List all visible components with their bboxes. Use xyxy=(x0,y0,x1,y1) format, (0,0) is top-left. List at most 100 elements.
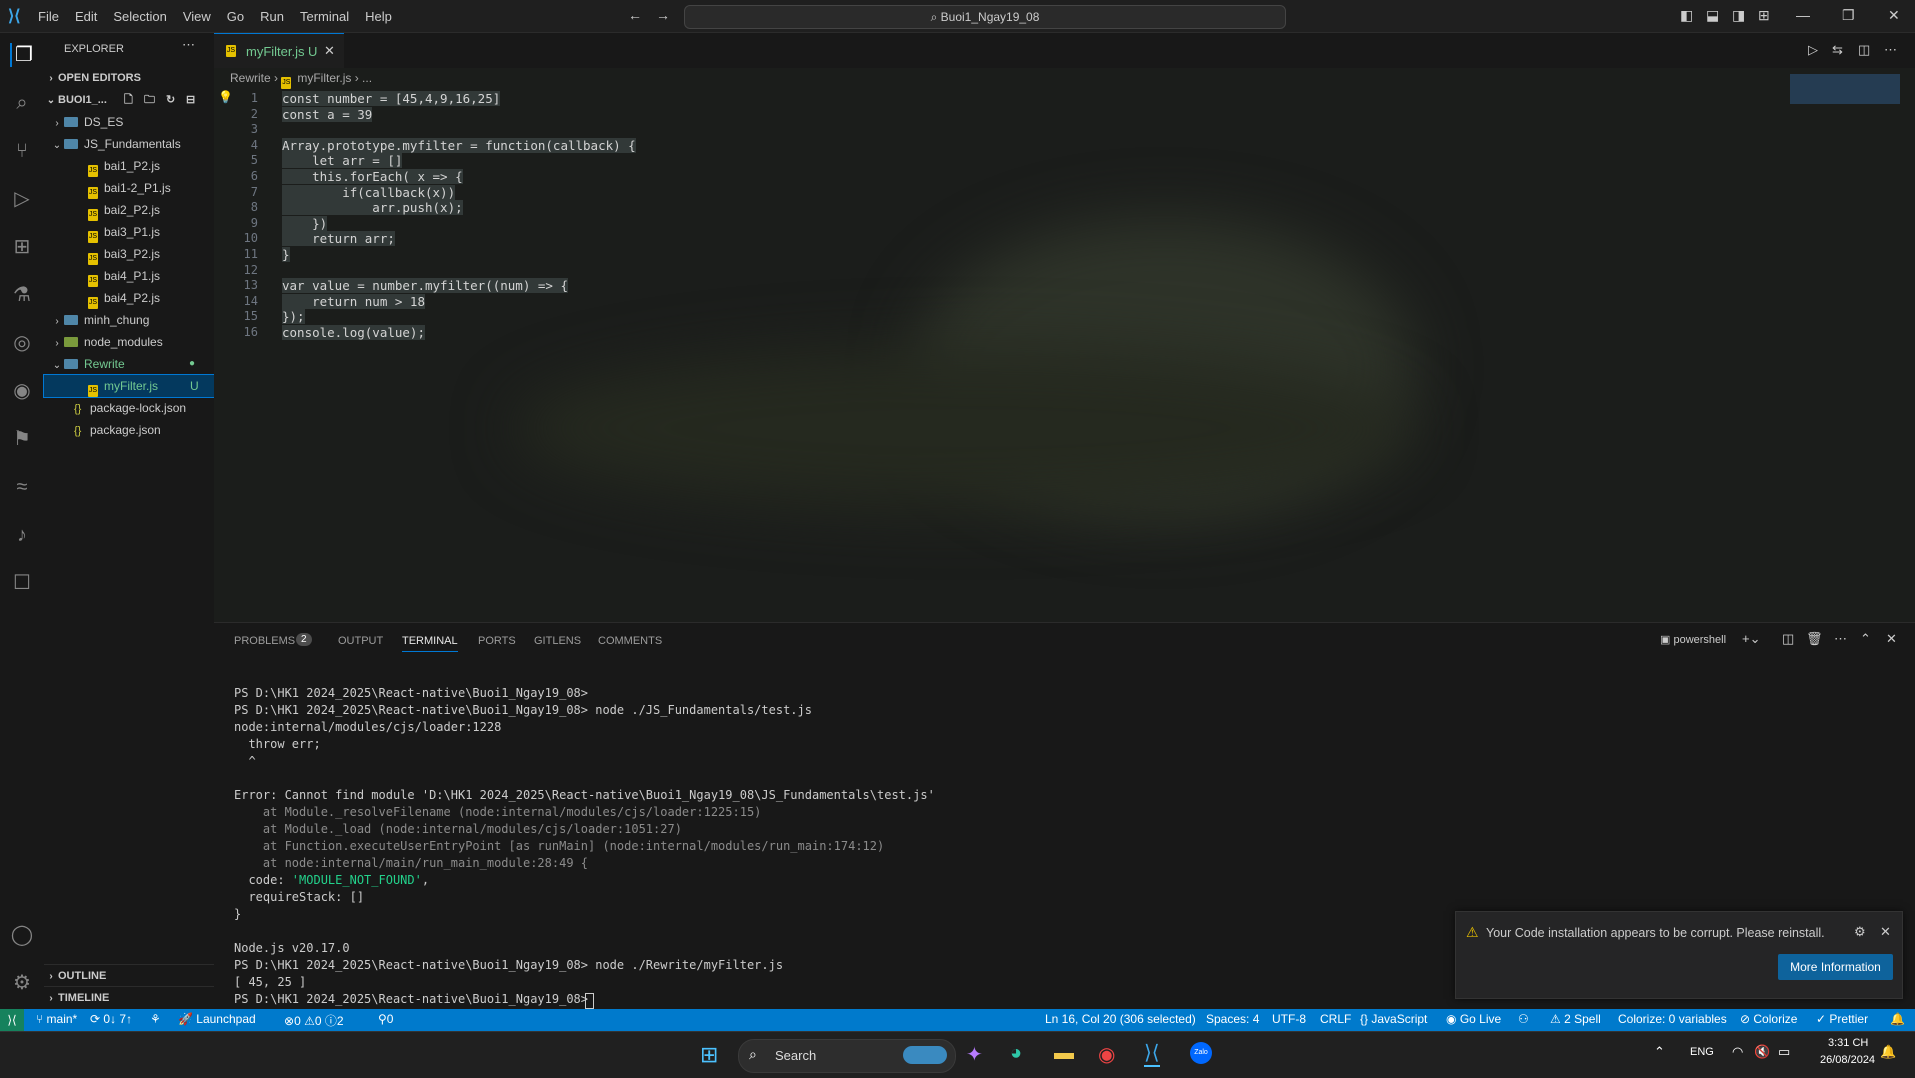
breadcrumb-file[interactable]: myFilter.js xyxy=(297,71,351,85)
menu-terminal[interactable]: Terminal xyxy=(292,9,357,24)
toggle-sidebar-icon[interactable]: ◧ xyxy=(1680,7,1693,24)
customize-layout-icon[interactable]: ⊞ xyxy=(1758,7,1770,24)
indentation[interactable]: Spaces: 4 xyxy=(1206,1012,1259,1026)
vscode-taskbar-icon[interactable]: ⟩⟨ xyxy=(1144,1040,1160,1067)
refresh-icon[interactable]: ↻ xyxy=(166,89,175,111)
menu-help[interactable]: Help xyxy=(357,9,400,24)
menu-edit[interactable]: Edit xyxy=(67,9,105,24)
live-share-icon[interactable]: ≈ xyxy=(10,475,34,499)
windows-start-icon[interactable]: ⊞ xyxy=(700,1042,718,1068)
battery-icon[interactable]: ▭ xyxy=(1778,1044,1790,1060)
new-file-icon[interactable]: 🗋 xyxy=(124,89,133,111)
terminal-shell-selector[interactable]: ▣ powershell xyxy=(1660,633,1726,646)
workspace-section[interactable]: ⌄ BUOI1_... 🗋 🗀 ↻ ⊟ xyxy=(44,89,214,111)
tree-item-ds-es[interactable]: › DS_ES xyxy=(44,111,220,133)
restore-icon[interactable]: ❐ xyxy=(1842,7,1855,24)
new-terminal-icon[interactable]: +⌄ xyxy=(1742,631,1760,647)
clock-time[interactable]: 3:31 CH xyxy=(1828,1037,1868,1049)
close-panel-icon[interactable]: ✕ xyxy=(1886,631,1897,647)
command-center[interactable]: ⌕ Buoi1_Ngay19_08 xyxy=(684,5,1286,29)
menu-selection[interactable]: Selection xyxy=(105,9,174,24)
menu-view[interactable]: View xyxy=(175,9,219,24)
close-window-icon[interactable]: ✕ xyxy=(1888,7,1900,24)
remote-explorer-icon[interactable]: ◎ xyxy=(10,331,34,355)
remote-indicator-icon[interactable]: ⟩⟨ xyxy=(0,1009,24,1031)
spell-status[interactable]: ⚠ 2 Spell xyxy=(1550,1012,1601,1026)
go-live[interactable]: ◉ Go Live xyxy=(1446,1012,1501,1026)
maximize-panel-icon[interactable]: ⌃ xyxy=(1860,631,1871,647)
comments-icon[interactable]: ☐ xyxy=(10,571,34,595)
search-icon[interactable]: ⌕ xyxy=(10,91,34,115)
tab-myfilter[interactable]: JS myFilter.js U ✕ xyxy=(214,33,344,69)
extensions-icon[interactable]: ⊞ xyxy=(10,235,34,259)
split-editor-icon[interactable]: ◫ xyxy=(1858,42,1870,58)
tree-item-js-fundamentals[interactable]: ⌄ JS_Fundamentals xyxy=(44,133,220,155)
tree-item-rewrite[interactable]: ⌄ Rewrite ● xyxy=(44,353,220,375)
cursor-position[interactable]: Ln 16, Col 20 (306 selected) xyxy=(1045,1012,1196,1026)
colorize-toggle[interactable]: ⊘ Colorize xyxy=(1740,1012,1797,1026)
show-hidden-icons-icon[interactable]: ⌃ xyxy=(1654,1044,1665,1060)
encoding[interactable]: UTF-8 xyxy=(1272,1012,1306,1026)
volume-muted-icon[interactable]: 🔇 xyxy=(1754,1044,1770,1060)
sync-status[interactable]: ⟳ 0↓ 7↑ xyxy=(90,1012,132,1026)
language-mode[interactable]: {} JavaScript xyxy=(1360,1012,1427,1026)
trash-icon[interactable]: 🗑 xyxy=(1806,631,1823,647)
new-folder-icon[interactable]: 🗀 xyxy=(144,89,155,111)
minimap[interactable] xyxy=(1790,74,1900,104)
bookmarks-icon[interactable]: ⚑ xyxy=(10,427,34,451)
forward-arrow-icon[interactable]: → xyxy=(656,7,670,23)
compare-changes-icon[interactable]: ⇆ xyxy=(1832,42,1843,58)
live-share-status-icon[interactable]: ⚘ xyxy=(150,1012,161,1026)
tree-item-minh-chung[interactable]: › minh_chung xyxy=(44,309,220,331)
edge-browser-icon[interactable]: ◕ xyxy=(1010,1042,1022,1065)
problems-status[interactable]: ⊗0 ⚠0 ⓘ2 xyxy=(284,1012,344,1029)
notification-close-icon[interactable]: ✕ xyxy=(1880,924,1891,940)
timeline-section[interactable]: › TIMELINE xyxy=(44,986,214,1009)
notification-bell-icon[interactable]: 🔔 xyxy=(1880,1044,1896,1060)
menu-run[interactable]: Run xyxy=(252,9,292,24)
eol[interactable]: CRLF xyxy=(1320,1012,1351,1026)
colorize-variables[interactable]: Colorize: 0 variables xyxy=(1618,1012,1727,1026)
tab-gitlens[interactable]: GITLENS xyxy=(534,635,581,647)
collapse-all-icon[interactable]: ⊟ xyxy=(186,89,195,111)
timeline-icon[interactable]: ♪ xyxy=(10,523,34,547)
tab-output[interactable]: OUTPUT xyxy=(338,635,383,647)
close-tab-icon[interactable]: ✕ xyxy=(324,43,335,59)
zalo-icon[interactable]: Zalo xyxy=(1190,1042,1212,1064)
copilot-app-icon[interactable]: ✦ xyxy=(966,1042,983,1067)
open-editors-section[interactable]: › OPEN EDITORS xyxy=(44,67,214,89)
prettier-status[interactable]: ✓ Prettier xyxy=(1816,1012,1868,1026)
source-control-icon[interactable]: ⑂ xyxy=(10,139,34,163)
branch-status[interactable]: ⑂ main* xyxy=(36,1012,77,1026)
tree-item-node-modules[interactable]: › node_modules xyxy=(44,331,220,353)
menu-go[interactable]: Go xyxy=(219,9,252,24)
split-terminal-icon[interactable]: ◫ xyxy=(1782,631,1794,647)
wifi-icon[interactable]: ◠ xyxy=(1732,1044,1743,1060)
back-arrow-icon[interactable]: ← xyxy=(628,7,642,23)
tab-problems[interactable]: PROBLEMS xyxy=(234,635,295,647)
testing-icon[interactable]: ⚗ xyxy=(10,283,34,307)
chrome-icon[interactable]: ◉ xyxy=(1098,1042,1115,1067)
notifications-bell-icon[interactable]: 🔔 xyxy=(1890,1012,1905,1026)
ports-status[interactable]: ⚲0 xyxy=(378,1012,393,1026)
toggle-secondary-sidebar-icon[interactable]: ◨ xyxy=(1732,7,1745,24)
menu-file[interactable]: File xyxy=(30,9,67,24)
tab-terminal[interactable]: TERMINAL xyxy=(402,635,458,652)
launchpad-status[interactable]: 🚀 Launchpad xyxy=(178,1012,256,1026)
copilot-icon[interactable]: ⚇ xyxy=(1518,1012,1529,1026)
language-indicator[interactable]: ENG xyxy=(1690,1046,1714,1058)
run-icon[interactable]: ▷ xyxy=(1808,42,1818,58)
tab-comments[interactable]: COMMENTS xyxy=(598,635,662,647)
clock-date[interactable]: 26/08/2024 xyxy=(1820,1054,1875,1066)
minimize-icon[interactable]: — xyxy=(1796,7,1810,23)
account-icon[interactable]: ◯ xyxy=(10,923,34,947)
manage-gear-icon[interactable]: ⚙ xyxy=(10,971,34,995)
gitlens-icon[interactable]: ◉ xyxy=(10,379,34,403)
panel-more-icon[interactable]: ⋯ xyxy=(1834,631,1847,647)
more-actions-icon[interactable]: ⋯ xyxy=(182,37,195,53)
tree-item-myfilter[interactable]: JS myFilter.js U xyxy=(43,374,215,398)
file-explorer-icon[interactable]: ▬ xyxy=(1054,1042,1074,1065)
notification-settings-icon[interactable]: ⚙ xyxy=(1854,924,1866,940)
run-debug-icon[interactable]: ▷ xyxy=(10,187,34,211)
toggle-panel-icon[interactable]: ⬓ xyxy=(1706,7,1719,24)
